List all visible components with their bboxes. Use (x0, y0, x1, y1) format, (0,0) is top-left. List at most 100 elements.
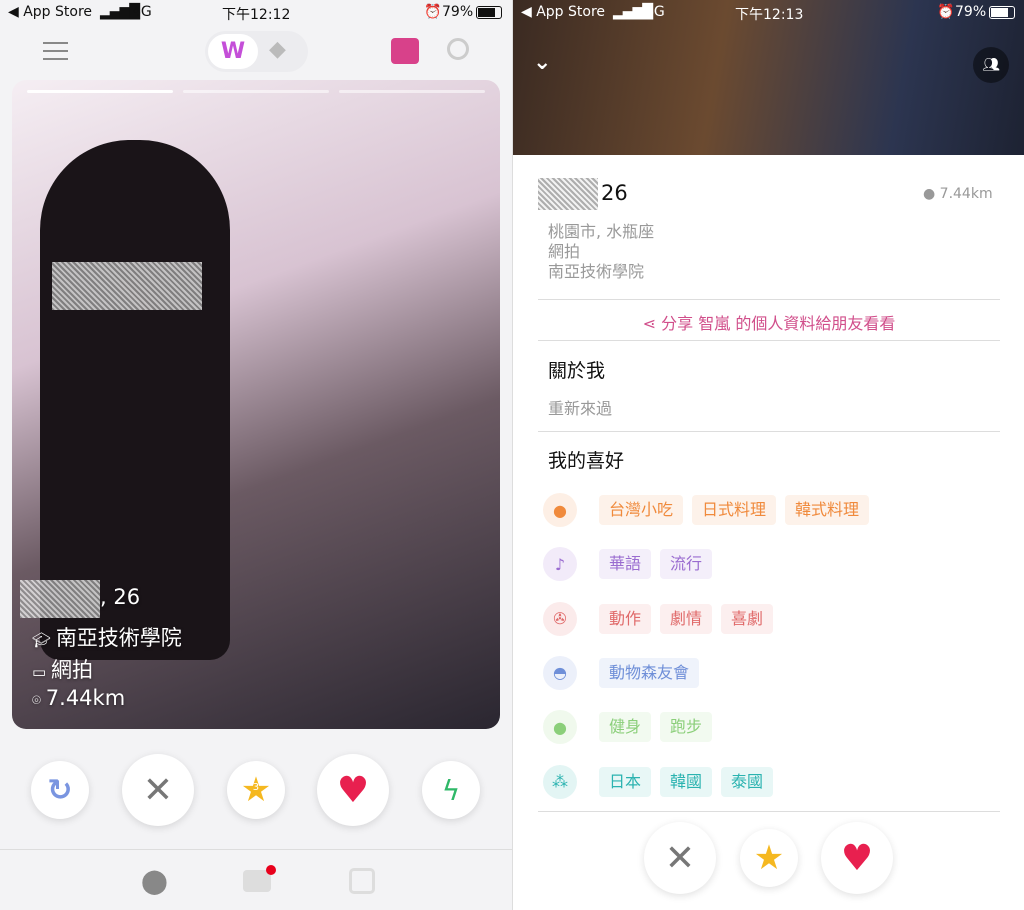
search-icon[interactable] (447, 38, 469, 60)
tab-profile[interactable] (349, 868, 375, 894)
logo-w-tab[interactable]: W (208, 34, 258, 69)
blurred-face (52, 262, 202, 310)
divider (538, 811, 1000, 812)
preference-tag: 動作 (599, 603, 652, 634)
preference-tag: 韓式料理 (785, 495, 870, 525)
about-title: 關於我 (548, 360, 606, 382)
rewind-button[interactable]: ↻ (31, 761, 89, 819)
share-text: 分享 智嵐 的個人資料給朋友看看 (661, 314, 896, 333)
like-button[interactable]: ♥ (821, 822, 893, 894)
gamepad-icon: ◓ (543, 655, 577, 690)
back-to-app-store[interactable]: ◀ App Store (8, 4, 92, 20)
profile-location: 桃園市, 水瓶座 (548, 222, 655, 241)
preference-tag: 台灣小吃 (599, 495, 684, 525)
alarm-icon: ⏰ (937, 4, 955, 20)
location-icon: ⌾ (32, 691, 46, 709)
star-icon: ★ (753, 838, 785, 878)
preference-row: ✇ 動作 劇情 喜劇 (543, 601, 782, 637)
location-icon: ⬤ (141, 867, 168, 895)
preference-row: ♪ 華語 流行 (543, 546, 721, 582)
bolt-icon: ϟ (441, 773, 461, 807)
card-distance: 7.44km (45, 686, 126, 710)
preference-tag: 華語 (599, 549, 652, 580)
battery-percent: 79% (442, 4, 474, 20)
clock: 下午12:13 (735, 7, 804, 23)
status-bar: ◀ App Store ▂▄▆█ 4G 下午12:12 ⏰ 79% (0, 0, 512, 26)
clock: 下午12:12 (222, 7, 291, 23)
profile-card[interactable]: , 26 🎓︎ 南亞技術學院 ▭ 網拍 ⌾ 7.44km (12, 80, 500, 729)
card-school: 南亞技術學院 (55, 626, 182, 650)
gift-icon[interactable] (391, 38, 419, 64)
preference-row: ● 台灣小吃 日式料理 韓式料理 (543, 492, 878, 528)
preference-tag: 流行 (660, 549, 713, 580)
preference-tag: 動物森友會 (599, 657, 700, 688)
preference-tag: 跑步 (660, 712, 713, 743)
profile-age: 26 (601, 181, 628, 205)
collapse-chevron-icon[interactable]: ⌄ (533, 50, 551, 75)
divider (538, 431, 1000, 432)
alarm-icon: ⏰ (424, 4, 442, 20)
profile-job: 網拍 (548, 242, 581, 261)
blurred-name (20, 580, 100, 618)
super-like-button[interactable]: ★ 3 (227, 761, 285, 819)
preference-tag: 喜劇 (721, 603, 774, 634)
blurred-name (538, 178, 598, 210)
profile-school: 南亞技術學院 (548, 262, 645, 281)
briefcase-icon: ▭ (32, 663, 51, 681)
about-text: 重新來過 (548, 399, 613, 418)
back-to-app-store[interactable]: ◀ App Store (521, 4, 605, 20)
preference-row: ● 健身 跑步 (543, 709, 721, 745)
mode-switch[interactable]: W ◆ (205, 31, 308, 72)
star-icon: ★ 3 (240, 770, 272, 810)
card-age: , 26 (100, 585, 141, 609)
divider (538, 340, 1000, 341)
profile-distance: 7.44km (939, 186, 993, 202)
report-user-icon[interactable]: 👥︎ (973, 47, 1009, 83)
heart-icon: ♥ (336, 769, 370, 811)
share-icon: ⋖ (642, 314, 662, 333)
tab-location[interactable]: ⬤ (141, 867, 168, 895)
swipe-screen: ◀ App Store ▂▄▆█ 4G 下午12:12 ⏰ 79% W ◆ , … (0, 0, 512, 910)
photo-indicator (339, 90, 485, 93)
super-like-button[interactable]: ★ (740, 829, 798, 887)
profile-detail-screen: ◀ App Store ▂▄▆█ 4G 下午12:13 ⏰ 79% ⌄ 👥︎ 2… (512, 0, 1024, 910)
ball-icon: ● (543, 710, 577, 745)
super-like-count: 3 (252, 782, 260, 793)
menu-icon[interactable] (43, 42, 68, 60)
preference-row: ◓ 動物森友會 (543, 655, 708, 691)
divider (538, 299, 1000, 300)
battery-icon (476, 6, 502, 19)
apple-icon: ● (543, 493, 577, 527)
status-bar: ◀ App Store ▂▄▆█ 4G 下午12:13 ⏰ 79% (513, 0, 1024, 26)
nope-button[interactable]: ✕ (122, 754, 194, 826)
card-job: 網拍 (50, 658, 93, 682)
preference-tag: 韓國 (660, 766, 713, 797)
network-type: 4G (132, 4, 152, 20)
network-type: 4G (645, 4, 665, 20)
footprint-icon: ⁂ (543, 764, 577, 799)
preference-row: ⁂ 日本 韓國 泰國 (543, 764, 782, 800)
diamond-icon[interactable]: ◆ (269, 37, 286, 62)
school-icon: 🎓︎ (32, 631, 56, 649)
like-button[interactable]: ♥ (317, 754, 389, 826)
preference-tag: 劇情 (660, 603, 713, 634)
close-icon: ✕ (142, 769, 174, 811)
preference-tag: 健身 (599, 712, 652, 743)
location-pin-icon: ● (923, 186, 940, 202)
preference-tag: 泰國 (721, 766, 774, 797)
preference-tag: 日本 (599, 766, 652, 797)
photo-indicator-active (27, 90, 173, 93)
divider (0, 849, 512, 850)
boost-button[interactable]: ϟ (422, 761, 480, 819)
heart-icon: ♥ (840, 837, 874, 879)
battery-icon (989, 6, 1015, 19)
rewind-icon: ↻ (47, 772, 73, 808)
preferences-title: 我的喜好 (548, 450, 625, 472)
chat-badge (266, 865, 276, 875)
nope-button[interactable]: ✕ (644, 822, 716, 894)
music-icon: ♪ (543, 547, 577, 582)
battery-percent: 79% (955, 4, 987, 20)
film-icon: ✇ (543, 601, 577, 636)
preference-tag: 日式料理 (692, 495, 777, 525)
share-profile-link[interactable]: ⋖ 分享 智嵐 的個人資料給朋友看看 (513, 310, 1024, 334)
